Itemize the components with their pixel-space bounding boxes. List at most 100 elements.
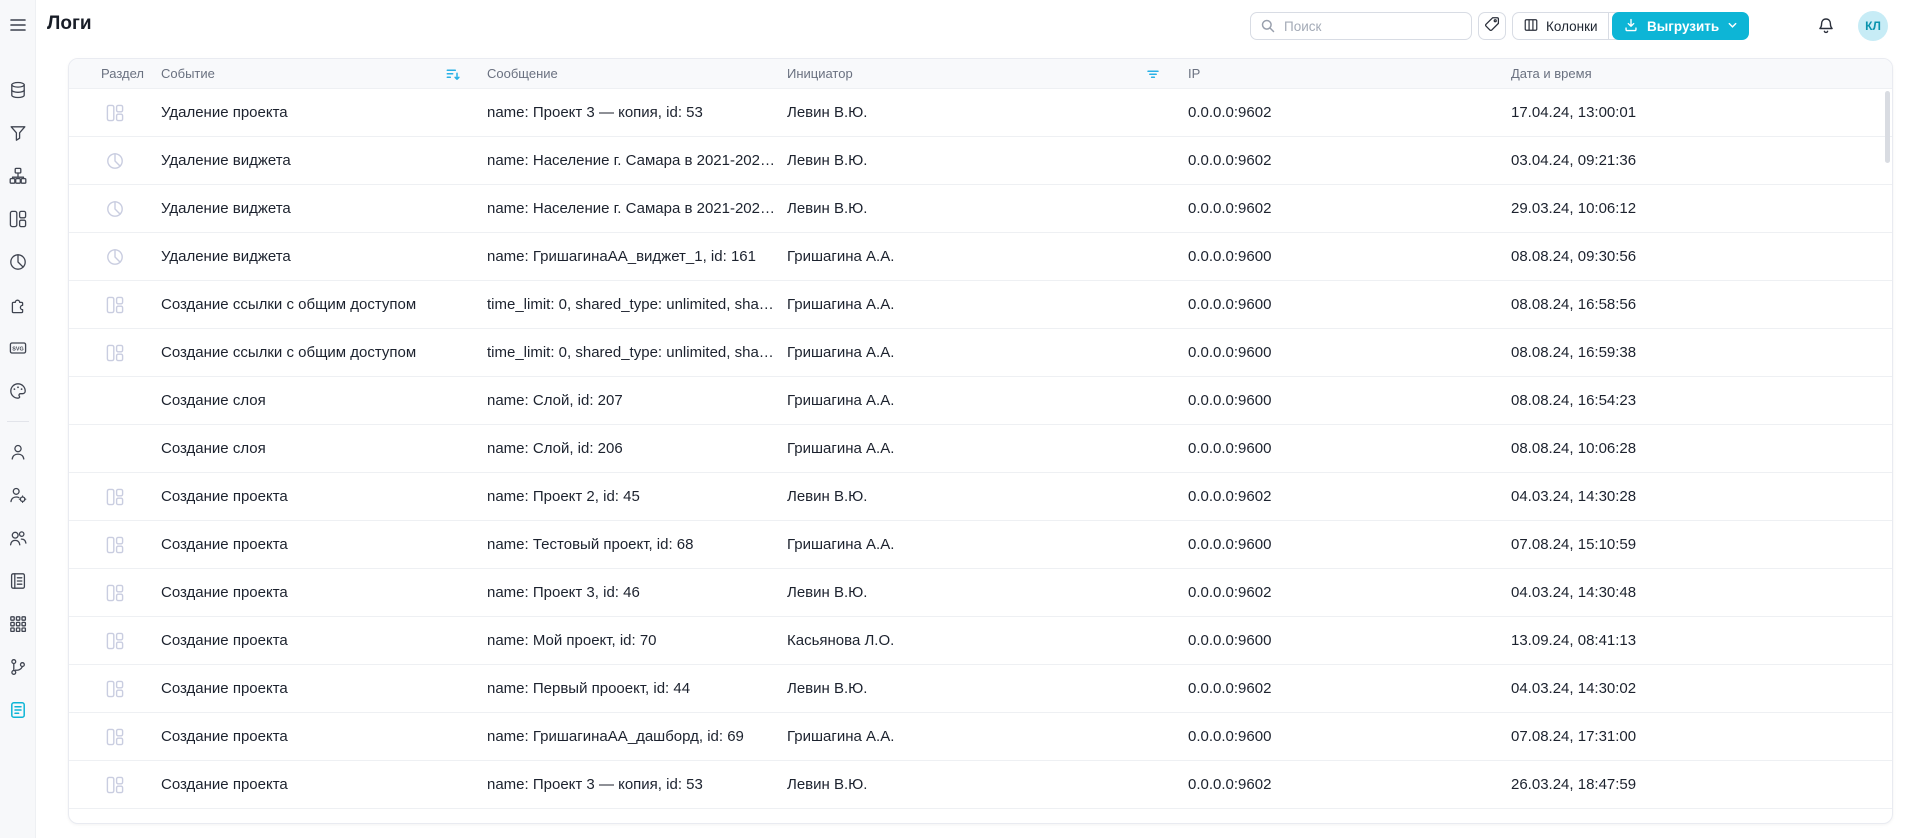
cell-initiator: Гришагина А.А. (787, 536, 895, 553)
user-icon[interactable] (8, 442, 28, 462)
sort-desc-icon[interactable] (445, 66, 461, 82)
dashboard-icon (69, 583, 161, 603)
dashboard-icon[interactable] (8, 209, 28, 229)
pie-chart-icon (69, 151, 161, 171)
cell-event: Создание ссылки с общим доступом (161, 344, 417, 361)
users-icon[interactable] (8, 528, 28, 548)
cell-datetime: 08.08.24, 10:06:28 (1511, 440, 1637, 457)
column-header-event[interactable]: Событие (161, 66, 487, 82)
table-row: Создание проекта name: Первый прооект, id… (69, 665, 1892, 713)
column-header-section[interactable]: Раздел (69, 66, 161, 81)
cell-ip: 0.0.0.0:9600 (1188, 296, 1272, 313)
cell-message: name: Слой, id: 207 (487, 392, 623, 409)
dashboard-icon (69, 487, 161, 507)
cell-ip: 0.0.0.0:9600 (1188, 392, 1272, 409)
cell-message: time_limit: 0, shared_type: unlimited, s… (487, 344, 785, 361)
logs-icon[interactable] (8, 700, 28, 720)
filter-icon[interactable] (1145, 66, 1161, 82)
cell-initiator: Гришагина А.А. (787, 248, 895, 265)
table-row: Удаление виджета name: Население г. Самар… (69, 137, 1892, 185)
column-label: IP (1188, 66, 1201, 81)
cell-datetime: 04.03.24, 14:30:02 (1511, 680, 1637, 697)
column-label: Раздел (101, 66, 144, 81)
search-input[interactable] (1282, 17, 1462, 35)
database-icon[interactable] (8, 80, 28, 100)
cell-datetime: 29.03.24, 10:06:12 (1511, 200, 1637, 217)
cell-ip: 0.0.0.0:9602 (1188, 200, 1272, 217)
cell-event: Удаление виджета (161, 152, 291, 169)
cell-message: name: ГришагинаАА_виджет_1, id: 161 (487, 248, 756, 265)
cell-event: Создание слоя (161, 392, 266, 409)
column-header-datetime[interactable]: Дата и время (1511, 66, 1892, 81)
cell-datetime: 03.04.24, 09:21:36 (1511, 152, 1637, 169)
download-icon (1623, 17, 1639, 36)
avatar[interactable]: КЛ (1858, 11, 1888, 41)
dashboard-icon (69, 535, 161, 555)
cell-event: Создание проекта (161, 536, 288, 553)
cell-datetime: 13.09.24, 08:41:13 (1511, 632, 1637, 649)
menu-icon[interactable] (8, 15, 28, 35)
cell-message: name: Проект 3 — копия, id: 53 (487, 776, 703, 793)
cell-initiator: Гришагина А.А. (787, 296, 895, 313)
cell-initiator: Касьянова Л.О. (787, 632, 895, 649)
cell-initiator: Гришагина А.А. (787, 728, 895, 745)
dashboard-icon (69, 679, 161, 699)
table-row: Создание проекта name: Мой проект, id: 70… (69, 617, 1892, 665)
table-row: Создание проекта name: Тестовый проект, i… (69, 521, 1892, 569)
cell-datetime: 07.08.24, 17:31:00 (1511, 728, 1637, 745)
cell-event: Создание ссылки с общим доступом (161, 296, 417, 313)
cell-ip: 0.0.0.0:9600 (1188, 728, 1272, 745)
cell-event: Создание проекта (161, 776, 288, 793)
cell-ip: 0.0.0.0:9602 (1188, 152, 1272, 169)
dashboard-icon (69, 103, 161, 123)
svg-badge-icon[interactable]: SVG (8, 338, 28, 358)
hierarchy-icon[interactable] (8, 166, 28, 186)
column-header-initiator[interactable]: Инициатор (787, 66, 1188, 82)
cell-event: Создание проекта (161, 728, 288, 745)
branch-icon[interactable] (8, 657, 28, 677)
cell-ip: 0.0.0.0:9602 (1188, 488, 1272, 505)
svg-text:SVG: SVG (12, 346, 23, 352)
export-button[interactable]: Выгрузить (1612, 12, 1750, 40)
cell-event: Создание проекта (161, 584, 288, 601)
columns-button-label: Колонки (1546, 18, 1598, 34)
export-button-label: Выгрузить (1647, 18, 1720, 34)
cell-initiator: Левин В.Ю. (787, 776, 868, 793)
user-gear-icon[interactable] (8, 485, 28, 505)
sidebar: SVG (0, 0, 36, 838)
column-header-ip[interactable]: IP (1188, 66, 1511, 81)
cell-datetime: 08.08.24, 16:58:56 (1511, 296, 1637, 313)
cell-message: name: ГришагинаАА_дашборд, id: 69 (487, 728, 744, 745)
scrollbar-thumb[interactable] (1885, 91, 1890, 163)
cell-initiator: Левин В.Ю. (787, 104, 868, 121)
journal-icon[interactable] (8, 571, 28, 591)
cell-initiator: Гришагина А.А. (787, 440, 895, 457)
apps-grid-icon[interactable] (8, 614, 28, 634)
search-box[interactable] (1250, 12, 1472, 40)
cell-datetime: 07.08.24, 15:10:59 (1511, 536, 1637, 553)
dashboard-icon (69, 295, 161, 315)
sidebar-nav: SVG (0, 80, 36, 720)
columns-icon (1523, 17, 1539, 36)
pie-chart-icon (69, 199, 161, 219)
cell-ip: 0.0.0.0:9602 (1188, 104, 1272, 121)
cell-event: Создание слоя (161, 440, 266, 457)
table-row: Создание ссылки с общим доступом time_lim… (69, 281, 1892, 329)
column-label: Событие (161, 66, 215, 81)
cell-event: Удаление виджета (161, 200, 291, 217)
notifications-bell-icon[interactable] (1816, 16, 1836, 36)
funnel-icon[interactable] (8, 123, 28, 143)
table-row: Удаление проекта name: Проект 3 — копия, … (69, 89, 1892, 137)
columns-button[interactable]: Колонки (1513, 13, 1608, 39)
tags-button[interactable] (1478, 12, 1506, 40)
cell-message: time_limit: 0, shared_type: unlimited, s… (487, 296, 785, 313)
table-row: Удаление виджета name: Население г. Самар… (69, 185, 1892, 233)
dashboard-icon (69, 631, 161, 651)
pie-chart-icon[interactable] (8, 252, 28, 272)
puzzle-icon[interactable] (8, 295, 28, 315)
cell-message: name: Мой проект, id: 70 (487, 632, 657, 649)
column-header-message[interactable]: Сообщение (487, 66, 787, 81)
palette-icon[interactable] (8, 381, 28, 401)
chevron-down-icon (1727, 19, 1738, 34)
cell-datetime: 26.03.24, 18:47:59 (1511, 776, 1637, 793)
